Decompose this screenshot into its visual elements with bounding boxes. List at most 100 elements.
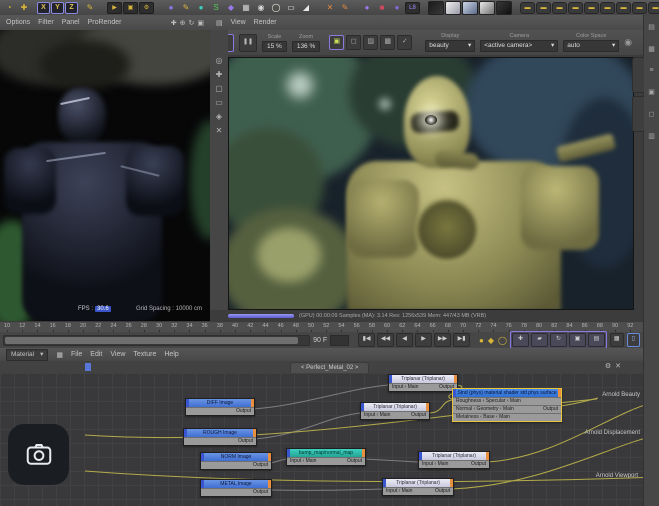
- render-settings-icon[interactable]: ⚙: [139, 1, 154, 14]
- node-menu-view[interactable]: View: [110, 351, 125, 358]
- take-tag-icon[interactable]: ▬: [568, 1, 583, 14]
- take-tag-icon[interactable]: ▬: [520, 1, 535, 14]
- perspective-viewport[interactable]: [0, 30, 210, 321]
- close-icon[interactable]: ✕: [615, 362, 621, 370]
- render-tool-icon[interactable]: ◎: [216, 56, 223, 65]
- coordinates-icon[interactable]: ✎: [83, 2, 97, 14]
- viewport-menu-options[interactable]: Options: [6, 19, 30, 26]
- colorspace-dropdown[interactable]: auto ▾: [563, 40, 620, 52]
- autokey-icon[interactable]: ✚: [512, 333, 529, 347]
- shader-ball-icon[interactable]: ●: [390, 2, 404, 14]
- primitive-sphere-icon[interactable]: ●: [194, 2, 208, 14]
- render-toggle-icon[interactable]: ▣: [329, 35, 345, 50]
- record-icon[interactable]: ◆: [488, 336, 494, 345]
- transport-button[interactable]: ▶▶: [434, 333, 452, 347]
- gradient-swatch[interactable]: [479, 0, 495, 15]
- timeline-mode-toggle[interactable]: ▯: [626, 333, 640, 347]
- dock-icon[interactable]: ≡: [649, 67, 653, 74]
- pause-button[interactable]: ❚❚: [239, 33, 257, 52]
- gear-icon[interactable]: ⚙: [605, 362, 611, 370]
- viewport-menu-prorender[interactable]: ProRender: [88, 19, 122, 26]
- node-menu-file[interactable]: File: [71, 351, 82, 358]
- render-toggle-icon[interactable]: ✓: [397, 35, 413, 50]
- scale-value[interactable]: 15 %: [262, 40, 287, 52]
- autokey-icon[interactable]: ↻: [550, 333, 567, 347]
- take-tag-icon[interactable]: ▬: [552, 1, 567, 14]
- render-menu-icon[interactable]: ▤: [216, 19, 223, 27]
- render-tool-icon[interactable]: ◈: [216, 112, 222, 121]
- zoom-value[interactable]: 136 %: [291, 40, 321, 52]
- viewport-control-icon[interactable]: ↻: [189, 19, 195, 27]
- node-menu-edit[interactable]: Edit: [90, 351, 102, 358]
- viewport-control-icon[interactable]: ✚: [171, 19, 177, 27]
- dock-icon[interactable]: ▦: [648, 45, 655, 53]
- render-view-icon[interactable]: ▶: [107, 1, 122, 14]
- camera-dropdown[interactable]: <active camera> ▾: [480, 40, 559, 52]
- take-tag-icon[interactable]: ▬: [600, 1, 615, 14]
- render-toggle-icon[interactable]: ◻: [346, 35, 362, 50]
- array-icon[interactable]: ▦: [239, 2, 253, 14]
- record-icon[interactable]: ◯: [498, 336, 507, 345]
- ipr-render-image[interactable]: [228, 57, 634, 310]
- autokey-icon[interactable]: ▣: [569, 333, 586, 347]
- google-lens-button[interactable]: [8, 424, 69, 485]
- material-selector-dropdown[interactable]: Material ▾: [6, 348, 49, 361]
- node-menu-help[interactable]: Help: [164, 351, 178, 358]
- axis-y-button[interactable]: Y: [51, 1, 64, 14]
- floor-icon[interactable]: ▭: [284, 2, 298, 14]
- take-tag-icon[interactable]: ▬: [632, 1, 647, 14]
- timeline-scrollbar[interactable]: [3, 334, 311, 346]
- viewport-menu-panel[interactable]: Panel: [62, 19, 80, 26]
- xpresso-icon[interactable]: ✕: [323, 2, 337, 14]
- render-tool-icon[interactable]: ▢: [215, 84, 223, 93]
- gradient-swatch[interactable]: [428, 0, 444, 15]
- viewport-control-icon[interactable]: ⊕: [180, 19, 186, 27]
- transport-button[interactable]: ▶: [415, 333, 433, 347]
- gradient-swatch[interactable]: [462, 0, 478, 15]
- autokey-icon[interactable]: ▤: [588, 333, 605, 347]
- render-toggle-icon[interactable]: ▨: [363, 35, 379, 50]
- node-grid-icon[interactable]: ▦: [56, 351, 63, 359]
- transport-button[interactable]: ▶▮: [453, 333, 471, 347]
- l8-tag-icon[interactable]: L8: [405, 1, 420, 14]
- take-tag-icon[interactable]: ▬: [616, 1, 631, 14]
- mograph-icon[interactable]: ◆: [224, 2, 238, 14]
- dock-icon[interactable]: ▣: [648, 88, 655, 96]
- snapshot-camera-icon[interactable]: ◉: [624, 37, 632, 48]
- dock-icon[interactable]: ▤: [648, 23, 655, 31]
- spline-icon[interactable]: S: [209, 2, 223, 14]
- undo-icon[interactable]: ◔: [2, 2, 16, 14]
- camera-icon[interactable]: ◉: [254, 2, 268, 14]
- dock-icon[interactable]: ▥: [648, 132, 655, 140]
- render-tool-icon[interactable]: ▭: [215, 98, 223, 107]
- take-tag-icon[interactable]: ▬: [584, 1, 599, 14]
- viewport-menu-filter[interactable]: Filter: [38, 19, 54, 26]
- display-dropdown[interactable]: beauty ▾: [425, 40, 476, 52]
- viewport-control-icon[interactable]: ▣: [197, 19, 204, 27]
- add-object-icon[interactable]: ✚: [17, 2, 31, 14]
- render-menu-view[interactable]: View: [231, 19, 246, 26]
- node-graph-canvas[interactable]: DIFF Image Output ROUGH Image Output NORM Im…: [0, 373, 643, 506]
- render-toggle-icon[interactable]: ▩: [380, 35, 396, 50]
- material-ball-icon[interactable]: ●: [360, 2, 374, 14]
- sky-icon[interactable]: ◢: [299, 2, 313, 14]
- badge-icon[interactable]: ■: [375, 2, 389, 14]
- dock-icon[interactable]: ◻: [649, 110, 655, 118]
- transport-button[interactable]: ◀◀: [377, 333, 395, 347]
- current-frame-value[interactable]: 90 F: [313, 337, 327, 344]
- light-icon[interactable]: ◯: [269, 2, 283, 14]
- primitive-cube-icon[interactable]: ●: [164, 2, 178, 14]
- render-tool-icon[interactable]: ✚: [216, 70, 223, 79]
- record-icon[interactable]: ●: [479, 336, 484, 345]
- take-tag-icon[interactable]: ▬: [648, 1, 659, 14]
- render-region-icon[interactable]: ▣: [123, 1, 138, 14]
- node-menu-texture[interactable]: Texture: [133, 351, 156, 358]
- axis-z-button[interactable]: Z: [65, 1, 78, 14]
- render-menu-render[interactable]: Render: [254, 19, 277, 26]
- axis-x-button[interactable]: X: [37, 1, 50, 14]
- side-tab[interactable]: [632, 57, 644, 93]
- gradient-swatch[interactable]: [445, 0, 461, 15]
- paint-icon[interactable]: ✎: [338, 2, 352, 14]
- autokey-icon[interactable]: ▰: [531, 333, 548, 347]
- spline-pen-icon[interactable]: ✎: [179, 2, 193, 14]
